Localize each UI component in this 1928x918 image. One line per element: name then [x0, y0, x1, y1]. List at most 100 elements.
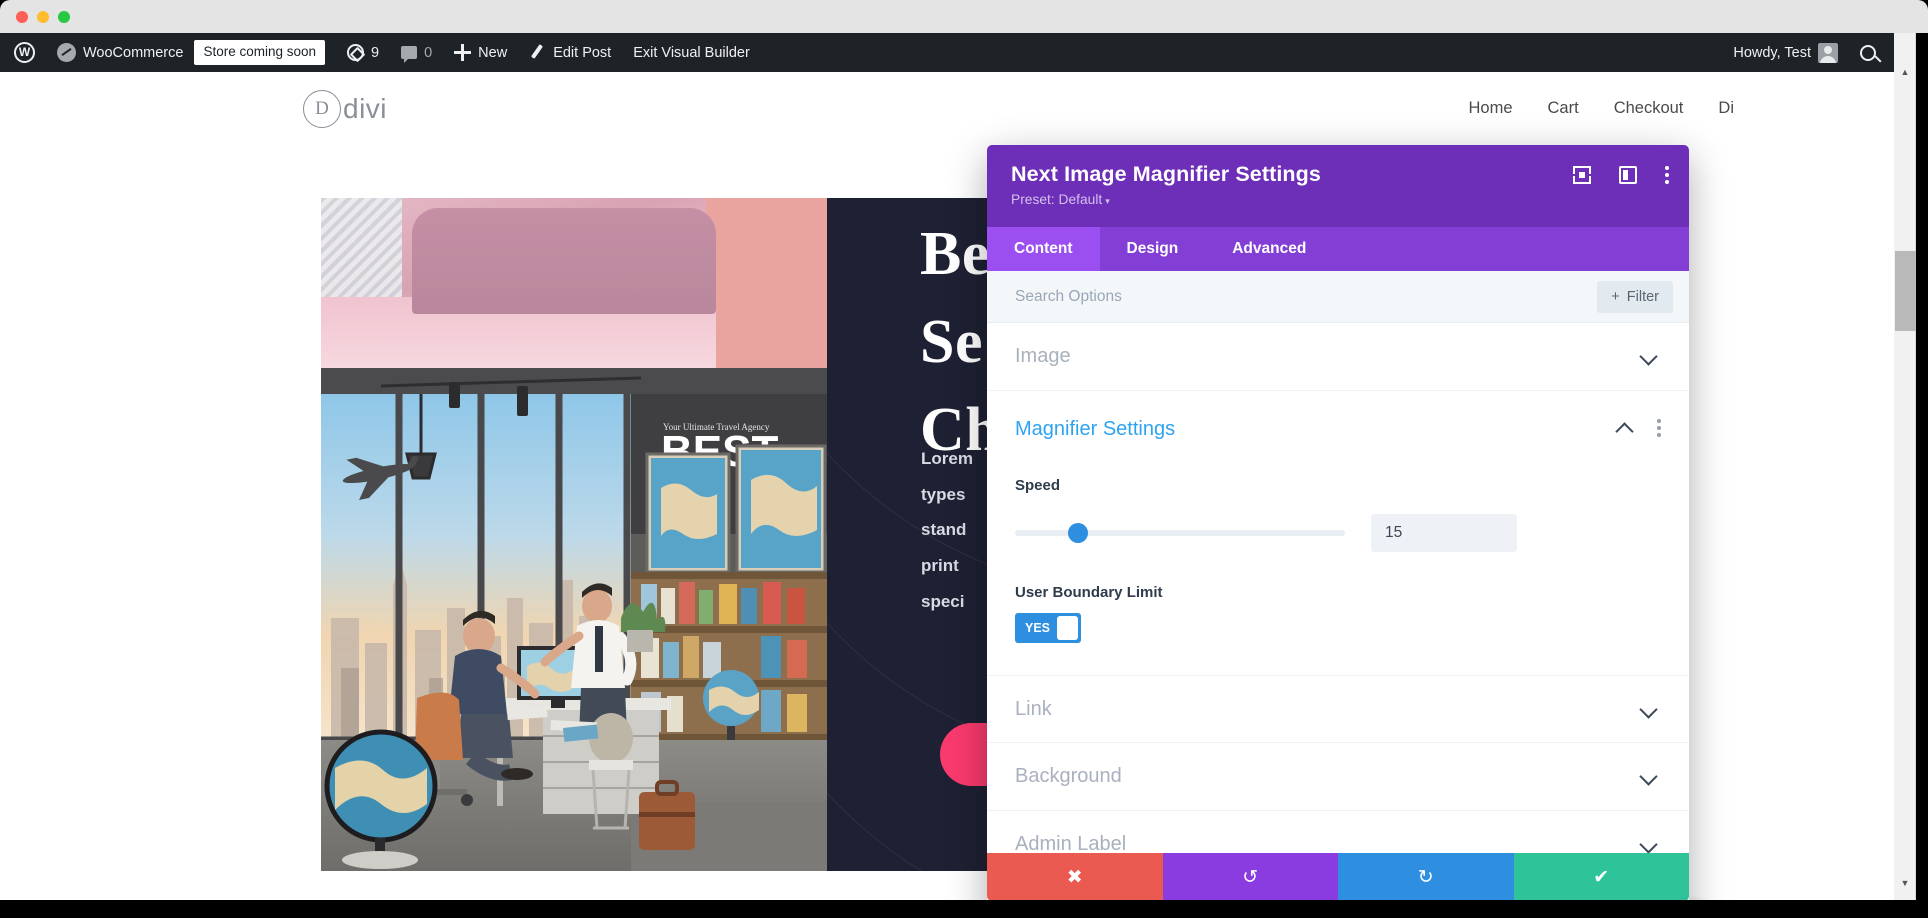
adminbar-item-exit-visual-builder[interactable]: Exit Visual Builder: [622, 33, 761, 72]
avatar: [1818, 42, 1838, 63]
adminbar-item-edit-post[interactable]: Edit Post: [518, 33, 622, 72]
speed-slider-knob[interactable]: [1067, 523, 1088, 543]
bedroom-image: [321, 198, 827, 368]
speed-slider-track[interactable]: [1015, 523, 1345, 543]
window-minimize-button[interactable]: [37, 11, 49, 23]
cancel-button[interactable]: ✖: [987, 853, 1163, 900]
travel-office-image: BEST Your Ultimate Travel Agency: [321, 368, 827, 871]
plus-icon: +: [1611, 288, 1620, 305]
plus-icon: [454, 44, 472, 61]
site-logo[interactable]: divi: [303, 89, 388, 128]
modal-tabs: Content Design Advanced: [987, 227, 1689, 271]
section-magnifier-settings-title: Magnifier Settings: [1015, 417, 1176, 440]
section-kebab-menu-icon[interactable]: [1657, 418, 1661, 440]
field-speed: Speed 15: [987, 467, 1689, 558]
panel-layout-icon[interactable]: [1619, 166, 1637, 184]
field-user-boundary-limit-label: User Boundary Limit: [1015, 584, 1163, 601]
woocommerce-icon: [57, 43, 76, 62]
user-boundary-limit-toggle[interactable]: YES: [1015, 613, 1081, 643]
section-image[interactable]: Image: [987, 323, 1689, 391]
howdy-label: Howdy, Test: [1733, 44, 1811, 61]
page-viewport: divi Home Cart Checkout Di: [0, 72, 1894, 900]
modal-preset-selector[interactable]: Preset: Default ▾: [1011, 192, 1665, 207]
scroll-down-arrow[interactable]: ▼: [1894, 872, 1916, 894]
adminbar-item-woocommerce[interactable]: WooCommerce: [46, 33, 194, 72]
site-header: divi Home Cart Checkout Di: [0, 72, 1894, 145]
search-input[interactable]: [1015, 287, 1598, 306]
window-titlebar: [0, 0, 1928, 33]
wordpress-logo-icon: [14, 42, 35, 63]
filter-button[interactable]: + Filter: [1597, 280, 1673, 313]
section-background[interactable]: Background: [987, 743, 1689, 811]
window-close-button[interactable]: [16, 11, 28, 23]
save-button[interactable]: ✔: [1513, 853, 1689, 900]
comments-icon: [401, 46, 418, 63]
section-admin-label[interactable]: Admin Label: [987, 811, 1689, 853]
updates-count: 9: [371, 44, 380, 61]
bedroom-wall-right: [705, 198, 827, 368]
tab-content[interactable]: Content: [987, 227, 1100, 271]
tab-advanced[interactable]: Advanced: [1205, 227, 1333, 271]
modal-body: Image Magnifier Settings Speed 15 User B…: [987, 323, 1689, 853]
section-magnifier-settings[interactable]: Magnifier Settings: [987, 391, 1689, 467]
chevron-down-icon: ▾: [1105, 196, 1110, 206]
scrollbar-thumb[interactable]: [1895, 251, 1916, 331]
adminbar-item-search[interactable]: [1849, 33, 1894, 72]
svg-text:Your Ultimate Travel Agency: Your Ultimate Travel Agency: [663, 422, 770, 432]
modal-preset-label: Preset: Default: [1011, 192, 1103, 207]
focus-icon[interactable]: [1573, 166, 1591, 184]
section-link[interactable]: Link: [987, 675, 1689, 743]
section-background-title: Background: [1015, 765, 1122, 787]
chevron-down-icon: [1639, 347, 1658, 366]
adminbar-item-updates[interactable]: 9: [336, 33, 390, 72]
modal-header: Next Image Magnifier Settings Preset: De…: [987, 145, 1689, 227]
store-coming-soon-badge: Store coming soon: [194, 40, 326, 65]
adminbar-woocommerce-label: WooCommerce: [83, 44, 184, 61]
wp-admin-bar: WooCommerce Store coming soon 9 0 New Ed…: [0, 33, 1894, 72]
toggle-yes-label: YES: [1025, 621, 1051, 635]
adminbar-exit-vb-label: Exit Visual Builder: [633, 44, 750, 61]
undo-button[interactable]: ↺: [1162, 853, 1338, 900]
section-link-title: Link: [1015, 697, 1052, 720]
site-nav: Home Cart Checkout Di: [1469, 99, 1895, 118]
section-image-title: Image: [1015, 345, 1071, 367]
adminbar-item-account[interactable]: Howdy, Test: [1719, 33, 1849, 72]
updates-icon: [347, 44, 365, 61]
adminbar-item-new[interactable]: New: [443, 33, 518, 72]
divi-logo-word: divi: [343, 92, 388, 124]
divi-logo-icon: [303, 89, 341, 128]
nav-item-truncated[interactable]: Di: [1718, 99, 1734, 118]
bed-mattress: [412, 208, 716, 314]
page-scrollbar[interactable]: ▲ ▼: [1894, 33, 1916, 900]
comments-count: 0: [424, 44, 433, 61]
chevron-down-icon: [1639, 835, 1658, 853]
modal-search-row: + Filter: [987, 271, 1689, 323]
search-icon: [1860, 44, 1876, 61]
os-window: WooCommerce Store coming soon 9 0 New Ed…: [0, 0, 1928, 918]
tab-design[interactable]: Design: [1100, 227, 1206, 271]
section-admin-label-title: Admin Label: [1015, 833, 1127, 853]
redo-button[interactable]: ↻: [1338, 853, 1514, 900]
pencil-icon: [529, 44, 546, 61]
adminbar-item-comments[interactable]: 0: [390, 33, 443, 72]
chevron-down-icon: [1639, 699, 1658, 719]
field-speed-label: Speed: [1015, 477, 1061, 494]
adminbar-item-coming-soon[interactable]: Store coming soon: [194, 33, 336, 72]
scroll-up-arrow[interactable]: ▲: [1894, 61, 1916, 83]
filter-button-label: Filter: [1626, 288, 1659, 305]
adminbar-new-label: New: [478, 44, 508, 61]
nav-item-home[interactable]: Home: [1469, 99, 1513, 118]
nav-item-checkout[interactable]: Checkout: [1614, 99, 1684, 118]
adminbar-item-wordpress[interactable]: [0, 33, 46, 72]
nav-item-cart[interactable]: Cart: [1548, 99, 1579, 118]
speed-slider-row: 15: [1015, 514, 1661, 552]
modal-footer: ✖ ↺ ↻ ✔: [987, 853, 1689, 900]
chevron-up-icon: [1615, 422, 1634, 441]
chevron-down-icon: [1639, 767, 1658, 786]
travel-office-illustration: BEST Your Ultimate Travel Agency: [321, 368, 827, 871]
kebab-menu-icon[interactable]: [1665, 166, 1669, 184]
speed-value-input[interactable]: 15: [1371, 514, 1517, 552]
window-maximize-button[interactable]: [58, 11, 70, 23]
field-user-boundary-limit: User Boundary Limit YES: [987, 558, 1689, 649]
